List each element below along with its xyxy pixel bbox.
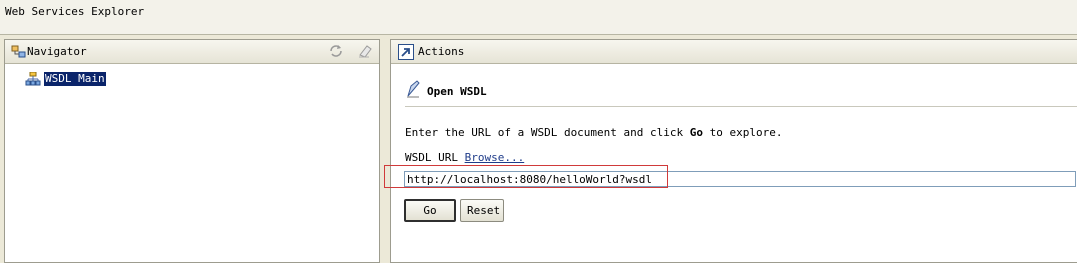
refresh-icon[interactable] bbox=[328, 43, 344, 59]
actions-pane: Actions Open WSDL Enter the URL of a WSD… bbox=[384, 39, 1077, 263]
navigator-icon bbox=[11, 45, 26, 58]
instructions-prefix: Enter the URL of a WSDL document and cli… bbox=[405, 126, 690, 139]
navigator-title: Navigator bbox=[27, 45, 87, 58]
wsdl-url-row: WSDL URL Browse... bbox=[405, 151, 524, 164]
browse-link[interactable]: Browse... bbox=[465, 151, 525, 164]
section-divider bbox=[405, 106, 1077, 107]
title-bar: Web Services Explorer bbox=[0, 0, 1077, 35]
instructions-suffix: to explore. bbox=[703, 126, 783, 139]
window-title: Web Services Explorer bbox=[5, 5, 145, 18]
actions-title: Actions bbox=[418, 45, 465, 58]
wsdl-url-label: WSDL URL bbox=[405, 151, 465, 164]
clear-icon[interactable] bbox=[357, 43, 373, 59]
actions-header: Actions bbox=[391, 40, 1077, 64]
instructions-go: Go bbox=[689, 126, 704, 139]
open-wsdl-icon bbox=[407, 80, 420, 98]
wsdl-tree-icon bbox=[25, 72, 41, 86]
wsdl-url-input[interactable] bbox=[404, 171, 1076, 187]
section-title: Open WSDL bbox=[427, 85, 487, 98]
navigator-pane: Navigator WSDL Main bbox=[4, 39, 380, 263]
tree-item-label[interactable]: WSDL Main bbox=[44, 72, 106, 86]
navigator-header: Navigator bbox=[5, 40, 379, 64]
actions-arrow-icon bbox=[398, 44, 414, 60]
instructions-text: Enter the URL of a WSDL document and cli… bbox=[405, 126, 783, 139]
reset-button[interactable]: Reset bbox=[460, 199, 504, 222]
navigator-toolbar bbox=[322, 43, 373, 61]
go-button[interactable]: Go bbox=[404, 199, 456, 222]
